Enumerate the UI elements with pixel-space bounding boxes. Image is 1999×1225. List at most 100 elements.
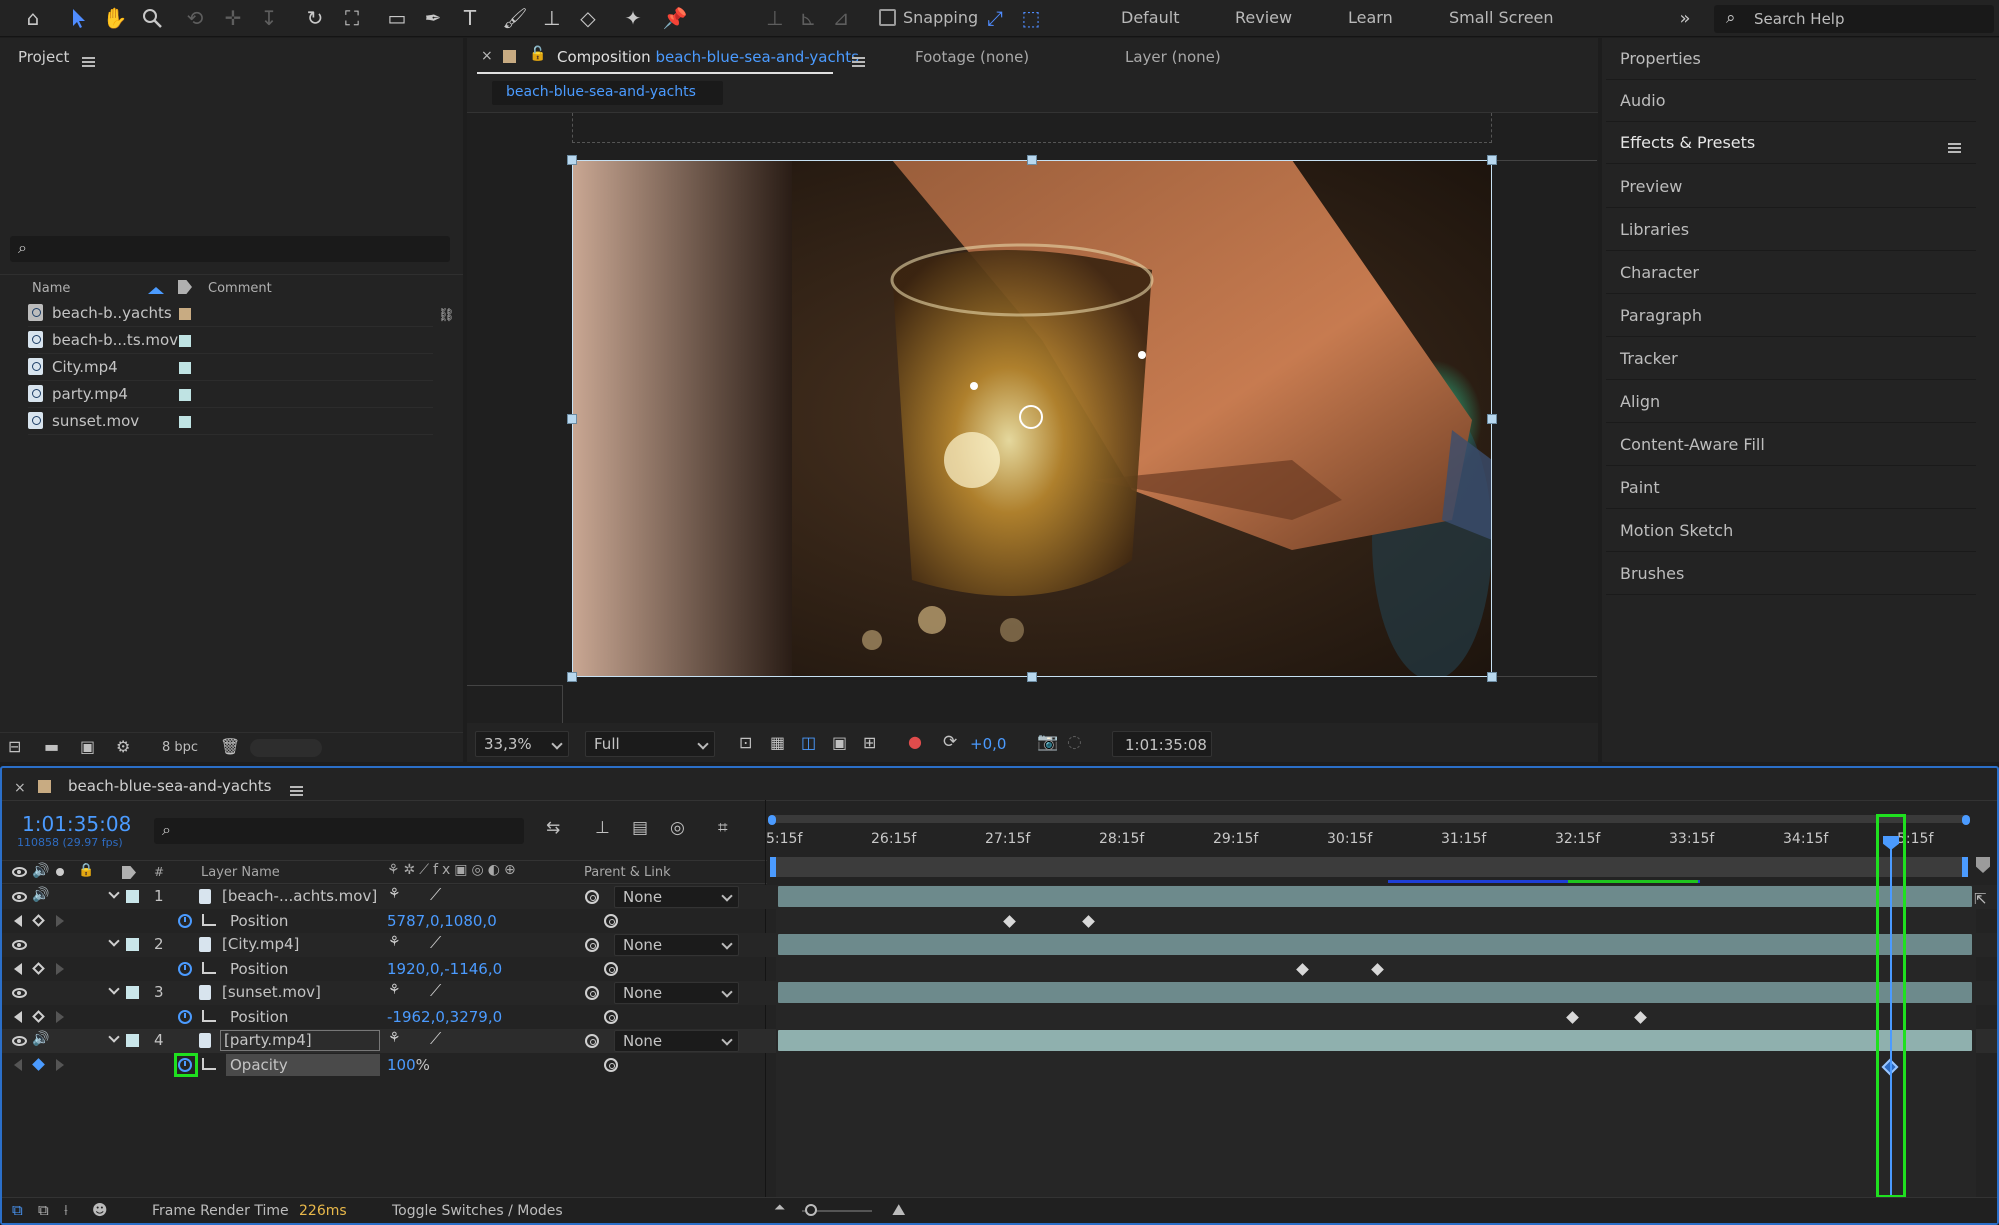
expression-pick-whip-icon[interactable]: [604, 962, 618, 976]
selection-tool-icon[interactable]: [64, 3, 94, 33]
label-color-chip[interactable]: [179, 362, 191, 374]
next-keyframe-icon[interactable]: [56, 915, 64, 927]
project-search-input[interactable]: ⌕: [10, 236, 450, 262]
panel-audio[interactable]: Audio: [1606, 80, 1976, 122]
layer-duration-bar[interactable]: [778, 982, 1972, 1003]
layer-label-chip[interactable]: [126, 1034, 139, 1047]
interpret-footage-icon[interactable]: ⊟: [8, 737, 21, 756]
time-navigator-bar[interactable]: [770, 815, 1968, 823]
timeline-current-time[interactable]: 1:01:35:08: [22, 812, 131, 836]
layer-duration-bar[interactable]: [778, 934, 1972, 955]
panel-motion-sketch[interactable]: Motion Sketch: [1606, 510, 1976, 552]
motion-blur-icon[interactable]: ◎: [670, 818, 685, 838]
effects-menu-icon[interactable]: [1948, 143, 1961, 153]
snap-edges-icon[interactable]: ⤢: [980, 3, 1010, 33]
work-area-start[interactable]: [770, 857, 776, 877]
in-out-controls-icon[interactable]: ⟊: [64, 1201, 68, 1219]
eraser-tool-icon[interactable]: ◇: [573, 3, 603, 33]
frame-blending-icon[interactable]: ▤: [632, 818, 648, 838]
stopwatch-icon[interactable]: [178, 1010, 192, 1024]
parent-dropdown[interactable]: None: [614, 934, 739, 956]
layer-duration-bar[interactable]: [778, 886, 1972, 907]
transform-handle[interactable]: [1027, 672, 1037, 682]
clone-stamp-tool-icon[interactable]: ⊥: [537, 3, 567, 33]
project-item[interactable]: sunset.mov: [28, 408, 433, 435]
label-color-chip[interactable]: [179, 416, 191, 428]
property-value[interactable]: 5787,0,1080,0: [387, 912, 497, 930]
exposure-value[interactable]: +0,0: [970, 735, 1006, 753]
project-item[interactable]: beach-b...ts.mov: [28, 327, 433, 354]
transform-handle[interactable]: [567, 414, 577, 424]
close-tab-icon[interactable]: ×: [14, 780, 26, 796]
snap-features-icon[interactable]: ⬚: [1016, 3, 1046, 33]
timeline-search-input[interactable]: ⌕: [154, 818, 524, 844]
resolution-dropdown[interactable]: Full: [585, 731, 715, 757]
layer-label-chip[interactable]: [126, 890, 139, 903]
lock-icon[interactable]: 🔒: [78, 863, 94, 878]
stopwatch-icon[interactable]: [178, 914, 192, 928]
timeline-comp-tab[interactable]: beach-blue-sea-and-yachts: [68, 777, 271, 795]
pick-whip-icon[interactable]: [585, 986, 599, 1000]
toggle-switches-modes-button[interactable]: Toggle Switches / Modes: [392, 1203, 563, 1219]
current-time-display[interactable]: 1:01:35:08: [1112, 731, 1212, 757]
prev-keyframe-icon[interactable]: [14, 1011, 22, 1023]
video-eye-icon[interactable]: [12, 1036, 27, 1046]
work-area-bar[interactable]: [770, 857, 1968, 877]
twirl-down-icon[interactable]: [108, 983, 120, 995]
zoom-in-icon[interactable]: ⛰: [892, 1200, 905, 1220]
layer-name[interactable]: [sunset.mov]: [222, 983, 321, 1001]
composition-navigator-chip[interactable]: beach-blue-sea-and-yachts: [492, 81, 723, 105]
draft-3d-icon[interactable]: ⊥: [595, 818, 610, 838]
timeline-zoom-handle[interactable]: [805, 1204, 817, 1216]
axis-local-icon[interactable]: ⊥: [760, 3, 790, 33]
mask-visibility-icon[interactable]: ◫: [801, 733, 816, 752]
search-help-field[interactable]: ⌕ Search Help: [1714, 5, 1994, 33]
magnification-dropdown[interactable]: 33,3%: [475, 731, 569, 757]
thumbnail-scroll[interactable]: [250, 739, 322, 757]
rectangle-tool-icon[interactable]: ▭: [382, 3, 412, 33]
pick-whip-icon[interactable]: [585, 938, 599, 952]
prev-keyframe-icon[interactable]: [14, 915, 22, 927]
project-item[interactable]: City.mp4: [28, 354, 433, 381]
layer-name-header[interactable]: Layer Name: [201, 865, 280, 880]
layer-duration-bar-selected[interactable]: [778, 1030, 1972, 1051]
transform-handle[interactable]: [1487, 414, 1497, 424]
expression-pick-whip-icon[interactable]: [604, 1010, 618, 1024]
footage-tab[interactable]: Footage (none): [915, 48, 1029, 66]
axis-world-icon[interactable]: ⊾: [793, 3, 823, 33]
region-of-interest-icon[interactable]: ▣: [832, 733, 847, 752]
layer-label-chip[interactable]: [126, 986, 139, 999]
panel-effects-presets[interactable]: Effects & Presets: [1606, 122, 1976, 164]
label-color-chip[interactable]: [179, 389, 191, 401]
next-keyframe-icon[interactable]: [56, 1059, 64, 1071]
solo-toggle-icon[interactable]: [56, 868, 64, 876]
project-menu-icon[interactable]: [82, 57, 95, 67]
parent-dropdown[interactable]: None: [614, 1030, 739, 1052]
transform-handle[interactable]: [567, 155, 577, 165]
dolly-tool-icon[interactable]: ↧: [254, 3, 284, 33]
flowchart-icon[interactable]: ⛓: [438, 308, 455, 323]
video-toggle-icon[interactable]: [12, 867, 27, 877]
twirl-down-icon[interactable]: [108, 1031, 120, 1043]
stopwatch-icon[interactable]: [178, 962, 192, 976]
work-area-end[interactable]: [1962, 857, 1968, 877]
panel-libraries[interactable]: Libraries: [1606, 209, 1976, 251]
shy-switch-icon[interactable]: ⚘: [388, 934, 401, 950]
graph-editor-icon[interactable]: ⌗: [718, 818, 728, 838]
audio-toggle-icon[interactable]: 🔊: [32, 863, 49, 879]
rotation-tool-icon[interactable]: ↻: [300, 3, 330, 33]
video-eye-icon[interactable]: [12, 892, 27, 902]
quality-switch-icon[interactable]: ⟋: [430, 981, 441, 1001]
zoom-tool-icon[interactable]: [137, 3, 167, 33]
snapping-checkbox[interactable]: [879, 9, 896, 26]
quality-switch-icon[interactable]: ⟋: [430, 933, 441, 953]
audio-speaker-icon[interactable]: 🔊: [32, 887, 49, 903]
close-tab-icon[interactable]: ×: [481, 48, 493, 64]
label-tag-icon[interactable]: [122, 866, 136, 879]
roto-brush-tool-icon[interactable]: ✦: [618, 3, 648, 33]
project-settings-icon[interactable]: ⚙: [116, 737, 130, 756]
layer-label-chip[interactable]: [126, 938, 139, 951]
twirl-down-icon[interactable]: [108, 887, 120, 899]
brush-tool-icon[interactable]: 🖌: [500, 3, 530, 33]
parent-dropdown[interactable]: None: [614, 886, 739, 908]
